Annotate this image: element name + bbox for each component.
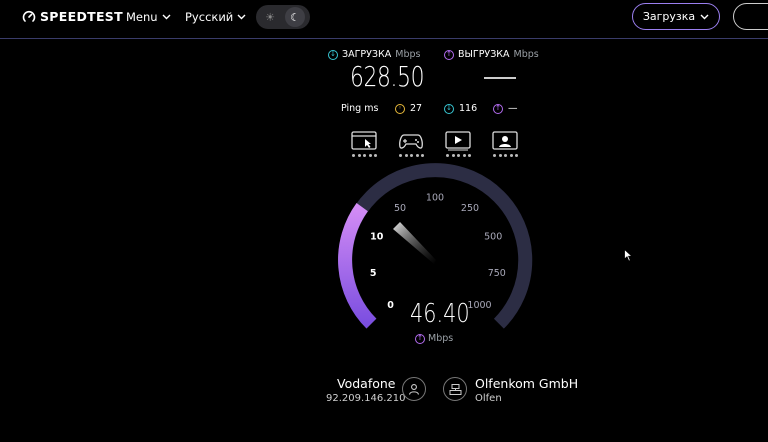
chevron-down-icon <box>237 14 246 20</box>
sun-icon[interactable]: ☀ <box>260 7 280 27</box>
video-call-icon <box>492 131 518 150</box>
gauge-tick-labels: 0 5 10 50 100 250 500 750 1000 <box>370 193 506 312</box>
gauge-tick-100: 100 <box>426 193 444 204</box>
ping-upload-value: — <box>508 103 518 114</box>
speedtest-logo[interactable]: SPEEDTEST <box>22 9 123 24</box>
download-app-label: Загрузка <box>642 10 696 23</box>
login-button[interactable] <box>733 3 768 30</box>
ping-upload: ↑ — <box>493 103 518 114</box>
download-unit: Mbps <box>395 49 421 60</box>
language-dropdown[interactable]: Русский <box>185 10 246 24</box>
download-label: ЗАГРУЗКА <box>342 49 392 60</box>
upload-result-label: ↑ ВЫГРУЗКА Mbps <box>444 49 539 60</box>
gauge-needle <box>393 222 436 264</box>
gauge-tick-5: 5 <box>370 268 377 279</box>
ping-download-value: 116 <box>459 103 478 114</box>
download-arrow-icon: ↓ <box>328 49 338 60</box>
upload-arrow-icon: ↑ <box>444 49 454 60</box>
chevron-down-icon <box>162 14 171 20</box>
top-nav-bar: SPEEDTEST Menu Русский ☀ ☾ Загрузка <box>0 0 768 39</box>
upload-arrow-icon: ↑ <box>415 333 425 344</box>
server-location: Olfen <box>475 393 502 404</box>
video-call-activity[interactable] <box>492 131 522 161</box>
gauge-tick-250: 250 <box>461 203 479 214</box>
gaming-activity[interactable] <box>398 131 428 161</box>
menu-dropdown[interactable]: Menu <box>126 10 171 24</box>
ping-idle-icon: ◦ <box>395 103 405 114</box>
gauge-tick-50: 50 <box>394 203 406 214</box>
download-result-label: ↓ ЗАГРУЗКА Mbps <box>328 49 420 60</box>
gauge-tick-1000: 1000 <box>467 300 491 311</box>
rating-dots <box>352 154 377 157</box>
gauge-tick-750: 750 <box>488 268 506 279</box>
browsing-activity[interactable] <box>351 131 381 161</box>
rating-dots <box>493 154 518 157</box>
upload-arrow-icon: ↑ <box>493 103 503 114</box>
upload-speed-placeholder <box>484 77 516 79</box>
current-speed-value: 46.40 <box>410 299 470 329</box>
ping-download: ↓ 116 <box>444 103 477 114</box>
theme-toggle[interactable]: ☀ ☾ <box>256 5 310 29</box>
upload-unit: Mbps <box>513 49 539 60</box>
rating-dots <box>399 154 424 157</box>
rating-dots <box>446 154 471 157</box>
download-speed-value: 628.50 <box>350 60 425 93</box>
user-icon <box>402 377 426 401</box>
current-unit-label: Mbps <box>428 333 454 344</box>
ping-idle-value: 27 <box>410 103 423 114</box>
server-name[interactable]: Olfenkom GmbH <box>475 376 578 391</box>
browser-cursor-icon <box>351 131 377 150</box>
download-app-button[interactable]: Загрузка <box>632 3 720 30</box>
server-icon[interactable] <box>443 377 467 401</box>
isp-ip: 92.209.146.210 <box>326 393 406 404</box>
mouse-cursor-icon <box>624 249 633 262</box>
upload-label: ВЫГРУЗКА <box>458 49 510 60</box>
gauge-tick-10: 10 <box>370 231 384 242</box>
gauge-tick-500: 500 <box>484 231 502 242</box>
video-play-icon <box>445 131 471 151</box>
gauge-progress-arc <box>338 202 377 329</box>
speedtest-gauge-icon <box>22 10 36 22</box>
gauge-tick-0: 0 <box>387 300 394 311</box>
gamepad-icon <box>399 134 423 149</box>
ping-label: Ping ms <box>341 103 379 114</box>
logo-text: SPEEDTEST <box>40 9 123 24</box>
chevron-down-icon <box>700 14 709 19</box>
ping-idle: ◦ 27 <box>395 103 422 114</box>
menu-label: Menu <box>126 10 158 24</box>
isp-name: Vodafone <box>337 376 396 391</box>
download-arrow-icon: ↓ <box>444 103 454 114</box>
moon-icon[interactable]: ☾ <box>285 7 305 27</box>
streaming-activity[interactable] <box>445 131 475 161</box>
current-speed-unit: ↑ Mbps <box>415 333 453 344</box>
language-label: Русский <box>185 10 234 24</box>
